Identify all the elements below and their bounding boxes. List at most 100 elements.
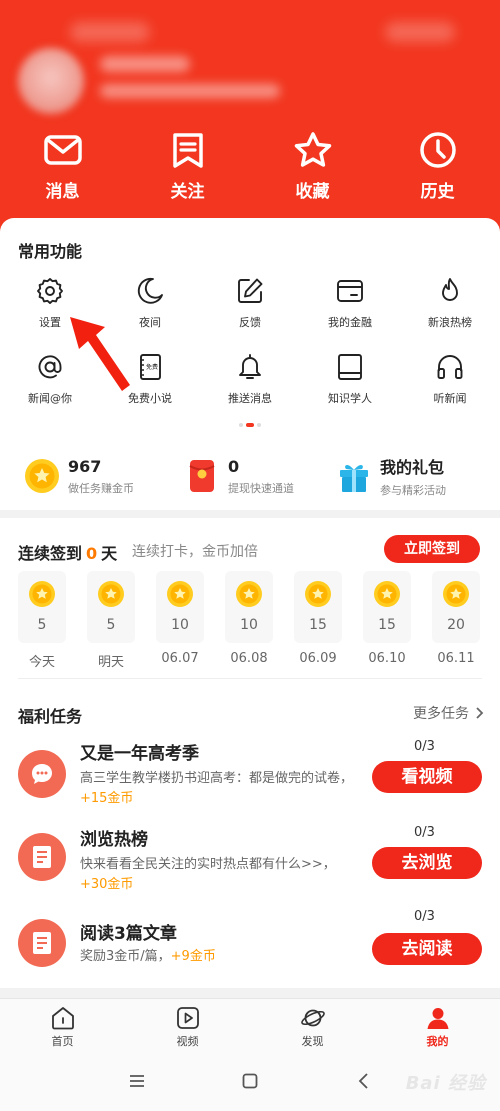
menu-icon[interactable] bbox=[128, 1072, 146, 1090]
bottom-nav: 首页 视频 发现 我的 bbox=[0, 998, 500, 1054]
task-icon bbox=[18, 750, 66, 798]
sign-in-day-label: 06.10 bbox=[368, 651, 406, 666]
coin-icon bbox=[374, 581, 400, 607]
coins-caption: 做任务赚金币 bbox=[68, 481, 134, 495]
coin-icon bbox=[98, 581, 124, 607]
sign-in-day-box: 20 bbox=[432, 571, 480, 643]
gift-caption: 参与精彩活动 bbox=[380, 484, 446, 497]
function-label: 新浪热榜 bbox=[428, 316, 472, 329]
function-feedback[interactable]: 反馈 bbox=[200, 276, 300, 352]
mail-icon bbox=[43, 135, 82, 165]
edit-icon bbox=[238, 278, 263, 303]
quick-action-messages[interactable]: 消息 bbox=[0, 130, 125, 202]
quick-action-history[interactable]: 历史 bbox=[375, 130, 500, 202]
function-knowledge[interactable]: 知识学人 bbox=[300, 352, 400, 428]
page-indicator bbox=[0, 423, 500, 427]
gift-stat[interactable]: 我的礼包 参与精彩活动 bbox=[336, 454, 486, 498]
moon-icon bbox=[137, 277, 163, 304]
task-icon bbox=[18, 919, 66, 967]
sign-in-day-box: 10 bbox=[156, 571, 204, 643]
sign-in-day-box: 10 bbox=[225, 571, 273, 643]
task-title: 阅读3篇文章 bbox=[80, 924, 177, 944]
function-label: 听新闻 bbox=[433, 392, 467, 405]
browse-button[interactable]: 去浏览 bbox=[372, 847, 482, 879]
sign-in-day: 5 明天 bbox=[87, 571, 135, 670]
stats-row: 967 做任务赚金币 0 提现快速通道 我的礼包 参与精彩活动 bbox=[0, 454, 500, 498]
sign-in-card: 连续签到 0 天 连续打卡，金币加倍 立即签到 5 今天 5 明天 10 06.07 10 06.… bbox=[0, 518, 500, 683]
sign-in-day-value: 5 bbox=[37, 617, 47, 633]
system-nav-bar: Bai 经验 bbox=[0, 1054, 500, 1111]
avatar[interactable] bbox=[18, 48, 84, 114]
star-icon bbox=[294, 132, 331, 167]
blurred-status-text bbox=[385, 22, 455, 42]
nav-me[interactable]: 我的 bbox=[375, 999, 500, 1054]
nav-home[interactable]: 首页 bbox=[0, 999, 125, 1054]
red-packet-icon bbox=[189, 460, 215, 492]
task-description: 高三学生教学楼扔书迎高考：都是做完的试卷， +15金币 bbox=[80, 769, 360, 809]
task-description: 奖励3金币/篇，+9金币 bbox=[80, 947, 360, 967]
user-icon bbox=[427, 1007, 448, 1029]
sign-in-day-box: 5 bbox=[87, 571, 135, 643]
task-item: 浏览热榜 快来看看全民关注的实时热点都有什么>>， +30金币 0/3 去浏览 bbox=[0, 821, 500, 909]
sign-in-button[interactable]: 立即签到 bbox=[384, 535, 480, 563]
coins-stat[interactable]: 967 做任务赚金币 bbox=[24, 454, 184, 498]
section-title: 常用功能 bbox=[18, 242, 83, 261]
sign-in-suffix: 天 bbox=[101, 544, 118, 563]
clock-icon bbox=[419, 132, 456, 168]
withdraw-value: 0 bbox=[228, 456, 240, 476]
function-hot-list[interactable]: 新浪热榜 bbox=[400, 276, 500, 352]
function-label: 知识学人 bbox=[328, 392, 372, 405]
video-icon bbox=[176, 1006, 199, 1029]
function-finance[interactable]: 我的金融 bbox=[300, 276, 400, 352]
function-listen-news[interactable]: 听新闻 bbox=[400, 352, 500, 428]
function-push-messages[interactable]: 推送消息 bbox=[200, 352, 300, 428]
task-item: 阅读3篇文章 奖励3金币/篇，+9金币 0/3 去阅读 bbox=[0, 905, 500, 993]
task-progress: 0/3 bbox=[414, 909, 435, 924]
sign-in-day-value: 15 bbox=[378, 617, 396, 633]
page-dot bbox=[257, 423, 261, 427]
coin-icon bbox=[29, 581, 55, 607]
sign-in-day: 15 06.09 bbox=[294, 571, 342, 670]
coin-icon bbox=[236, 581, 262, 607]
sign-in-day: 5 今天 bbox=[18, 571, 66, 670]
divider bbox=[18, 678, 482, 679]
watermark: Bai 经验 bbox=[406, 1069, 486, 1095]
read-button[interactable]: 去阅读 bbox=[372, 933, 482, 965]
sign-in-day-label: 06.09 bbox=[299, 651, 337, 666]
nav-video[interactable]: 视频 bbox=[125, 999, 250, 1054]
notebook-icon bbox=[338, 354, 362, 380]
blurred-status-text bbox=[70, 22, 150, 42]
task-desc-text: 奖励3金币/篇， bbox=[80, 949, 171, 964]
quick-action-favorites[interactable]: 收藏 bbox=[250, 130, 375, 202]
sign-in-subtitle: 连续打卡，金币加倍 bbox=[132, 544, 258, 560]
watch-video-button[interactable]: 看视频 bbox=[372, 761, 482, 793]
nav-label: 视频 bbox=[176, 1034, 199, 1048]
quick-actions: 消息 关注 收藏 历史 bbox=[0, 130, 500, 202]
task-description: 快来看看全民关注的实时热点都有什么>>， +30金币 bbox=[80, 855, 360, 895]
nav-label: 发现 bbox=[301, 1034, 324, 1048]
nav-discover[interactable]: 发现 bbox=[250, 999, 375, 1054]
task-title: 又是一年高考季 bbox=[80, 744, 199, 764]
quick-action-label: 消息 bbox=[45, 182, 80, 202]
document-icon bbox=[33, 846, 51, 868]
back-icon[interactable] bbox=[355, 1072, 373, 1090]
flame-icon bbox=[442, 278, 458, 301]
withdraw-stat[interactable]: 0 提现快速通道 bbox=[184, 454, 334, 498]
nav-label: 我的 bbox=[426, 1034, 449, 1048]
quick-action-following[interactable]: 关注 bbox=[125, 130, 250, 202]
sign-in-day-label: 06.07 bbox=[161, 651, 199, 666]
sign-in-day-box: 5 bbox=[18, 571, 66, 643]
home-square-icon[interactable] bbox=[241, 1072, 259, 1090]
sign-in-days: 0 bbox=[86, 544, 98, 563]
coin-icon bbox=[167, 581, 193, 607]
coins-value: 967 bbox=[68, 456, 102, 476]
blurred-username[interactable] bbox=[100, 56, 190, 72]
sign-in-day: 20 06.11 bbox=[432, 571, 480, 670]
sign-in-day-label: 06.08 bbox=[230, 651, 268, 666]
quick-action-label: 关注 bbox=[170, 182, 205, 202]
task-desc-text: 快来看看全民关注的实时热点都有什么>>， bbox=[80, 857, 336, 872]
task-reward: +9金币 bbox=[170, 949, 216, 964]
task-progress: 0/3 bbox=[414, 739, 435, 754]
function-label: 夜间 bbox=[139, 316, 161, 329]
more-tasks-link[interactable]: 更多任务 bbox=[413, 703, 484, 723]
